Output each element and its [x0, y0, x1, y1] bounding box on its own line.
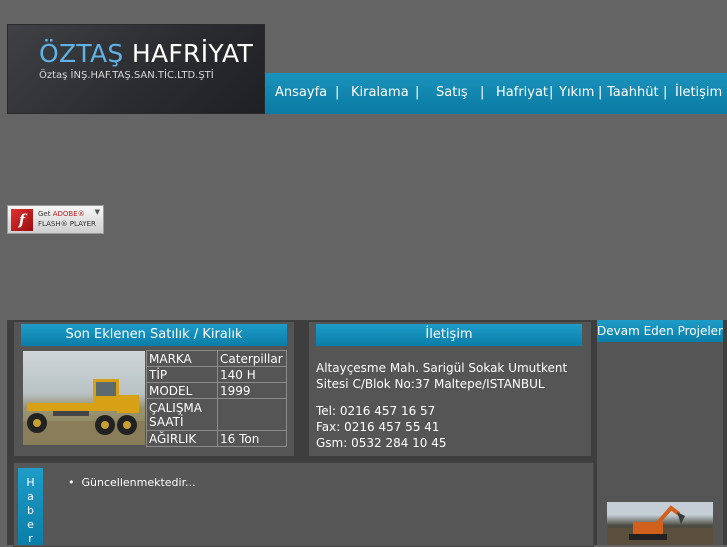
news-panel [13, 462, 594, 547]
news-item-text: Güncellenmektedir... [81, 476, 196, 489]
spec-value: 16 Ton [217, 430, 287, 447]
flash-player-label: FLASH® PLAYER [38, 220, 96, 228]
spec-value: 1999 [217, 382, 287, 399]
nav-separator: | [598, 85, 603, 100]
logo-brand: ÖZTAŞ [39, 39, 124, 68]
news-tab-letter: H [26, 476, 35, 489]
logo-word: HAFRİYAT [131, 39, 254, 68]
table-row: MODEL 1999 [146, 382, 287, 399]
table-row: AĞIRLIK 16 Ton [146, 430, 287, 447]
specs-table: MARKA Caterpillar TİP 140 H MODEL 1999 Ç… [146, 350, 287, 447]
main-nav: Ansayfa | Kiralama | Satış | Hafriyat | … [265, 73, 727, 114]
latest-listing-header: Son Eklenen Satılık / Kiralık [21, 324, 287, 346]
spec-value [217, 398, 287, 431]
news-tab: H a b e r [18, 468, 43, 545]
contact-address-line1: Altayçesme Mah. Sarigül Sokak Umutkent [316, 361, 568, 375]
logo-title: ÖZTAŞ HAFRİYAT [39, 39, 253, 68]
spec-value: Caterpillar [217, 350, 287, 367]
nav-item-kiralama[interactable]: Kiralama [351, 85, 409, 100]
logo-subtitle: Öztaş İNŞ.HAF.TAŞ.SAN.TİC.LTD.ŞTİ [39, 70, 214, 81]
flash-get-label: Get [38, 210, 51, 218]
nav-item-iletisim[interactable]: İletişim [675, 85, 722, 100]
table-row: TİP 140 H [146, 366, 287, 383]
bullet-icon: • [68, 476, 82, 489]
spec-label: MARKA [146, 350, 218, 367]
spec-label: MODEL [146, 382, 218, 399]
flash-badge-line1: Get ADOBE® [38, 210, 85, 218]
grader-image[interactable] [23, 351, 145, 445]
nav-item-anasayfa[interactable]: Ansayfa [275, 85, 327, 100]
spec-label: TİP [146, 366, 218, 383]
table-row: ÇALIŞMA SAATİ [146, 398, 287, 431]
news-tab-letter: r [28, 532, 33, 545]
spec-label: ÇALIŞMA SAATİ [146, 398, 218, 431]
contact-address-line2: Sitesi C/Blok No:37 Maltepe/ISTANBUL [316, 377, 545, 391]
nav-item-yikim[interactable]: Yıkım [559, 85, 594, 100]
news-tab-letter: a [27, 490, 34, 503]
spec-value: 140 H [217, 366, 287, 383]
excavator-image[interactable] [607, 502, 713, 545]
nav-separator: | [663, 85, 668, 100]
nav-item-taahhut[interactable]: Taahhüt [607, 85, 659, 100]
nav-separator: | [549, 85, 554, 100]
news-list-item: • Güncellenmektedir... [68, 476, 196, 489]
nav-separator: | [480, 85, 485, 100]
contact-tel: Tel: 0216 457 16 57 [316, 404, 436, 418]
contact-fax: Fax: 0216 457 55 41 [316, 420, 440, 434]
nav-item-satis[interactable]: Satış [436, 85, 468, 100]
news-tab-letter: b [27, 504, 34, 517]
nav-separator: | [335, 85, 340, 100]
flash-adobe-label: ADOBE® [52, 210, 85, 218]
get-flash-player-button[interactable]: f Get ADOBE® FLASH® PLAYER ▼ [7, 205, 104, 234]
excavator-illustration [607, 505, 713, 545]
download-arrow-icon: ▼ [94, 208, 100, 216]
flash-logo-icon: f [11, 209, 33, 231]
projects-header: Devam Eden Projeler [597, 320, 723, 342]
contact-header: İletişim [316, 324, 582, 346]
nav-separator: | [415, 85, 420, 100]
spec-label: AĞIRLIK [146, 430, 218, 447]
table-row: MARKA Caterpillar [146, 350, 287, 367]
contact-gsm: Gsm: 0532 284 10 45 [316, 436, 447, 450]
site-logo[interactable]: ÖZTAŞ HAFRİYAT Öztaş İNŞ.HAF.TAŞ.SAN.TİC… [7, 24, 265, 114]
news-tab-letter: e [27, 518, 34, 531]
nav-item-hafriyat[interactable]: Hafriyat [496, 85, 548, 100]
grader-illustration [23, 379, 145, 445]
